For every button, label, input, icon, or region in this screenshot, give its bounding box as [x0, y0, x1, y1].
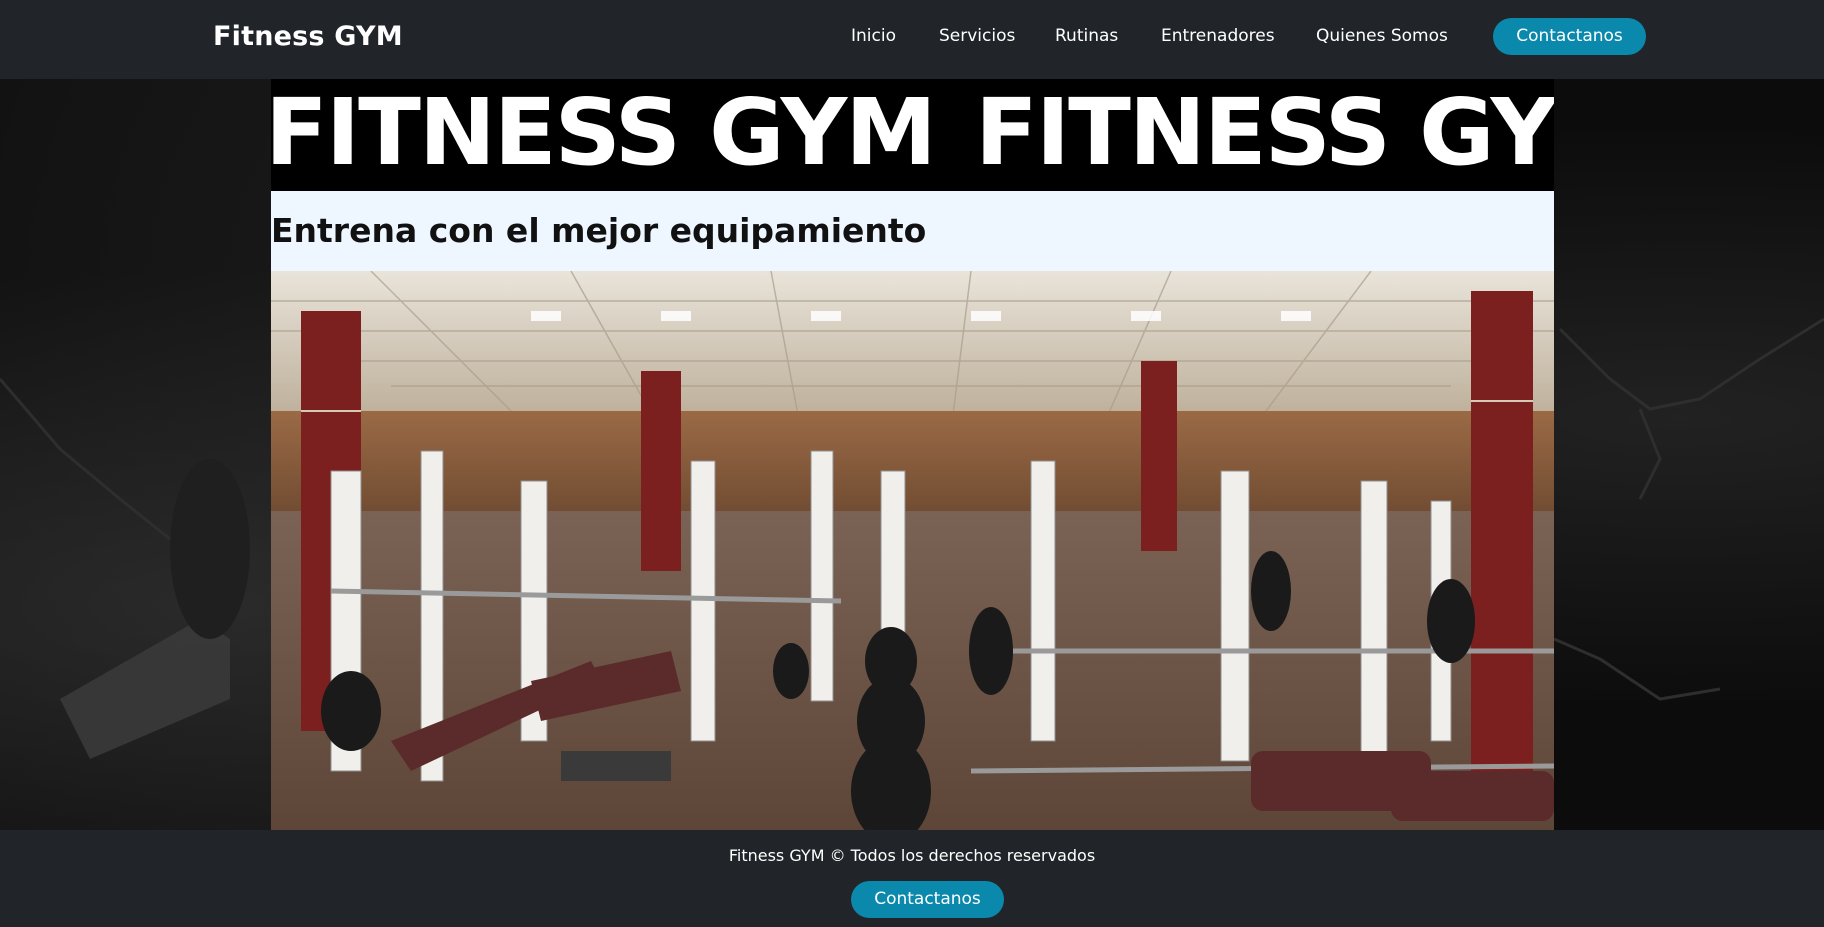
marquee-banner: FITNESS GYM FITNESS GYM [271, 79, 1554, 191]
footer-copyright: Fitness GYM © Todos los derechos reserva… [728, 846, 1096, 865]
hero-section: FITNESS GYM FITNESS GYM Entrena con el m… [271, 79, 1554, 830]
nav-link-rutinas[interactable]: Rutinas [1055, 26, 1118, 46]
nav-link-servicios[interactable]: Servicios [939, 26, 1015, 46]
hero-tagline: Entrena con el mejor equipamiento [271, 211, 927, 250]
tagline-bar: Entrena con el mejor equipamiento [271, 191, 1554, 271]
marquee-text: FITNESS GYM [975, 79, 1554, 186]
gym-photo [271, 271, 1554, 830]
navbar: Fitness GYM Inicio Servicios Rutinas Ent… [0, 0, 1824, 79]
gym-interior-image [271, 271, 1554, 830]
contact-button[interactable]: Contactanos [1493, 18, 1646, 55]
marquee-text: FITNESS GYM [271, 79, 937, 186]
footer: Fitness GYM © Todos los derechos reserva… [0, 830, 1824, 927]
nav-link-inicio[interactable]: Inicio [851, 26, 896, 46]
nav-link-quienes-somos[interactable]: Quienes Somos [1316, 26, 1448, 46]
footer-contact-button[interactable]: Contactanos [851, 881, 1004, 918]
nav-link-entrenadores[interactable]: Entrenadores [1161, 26, 1275, 46]
